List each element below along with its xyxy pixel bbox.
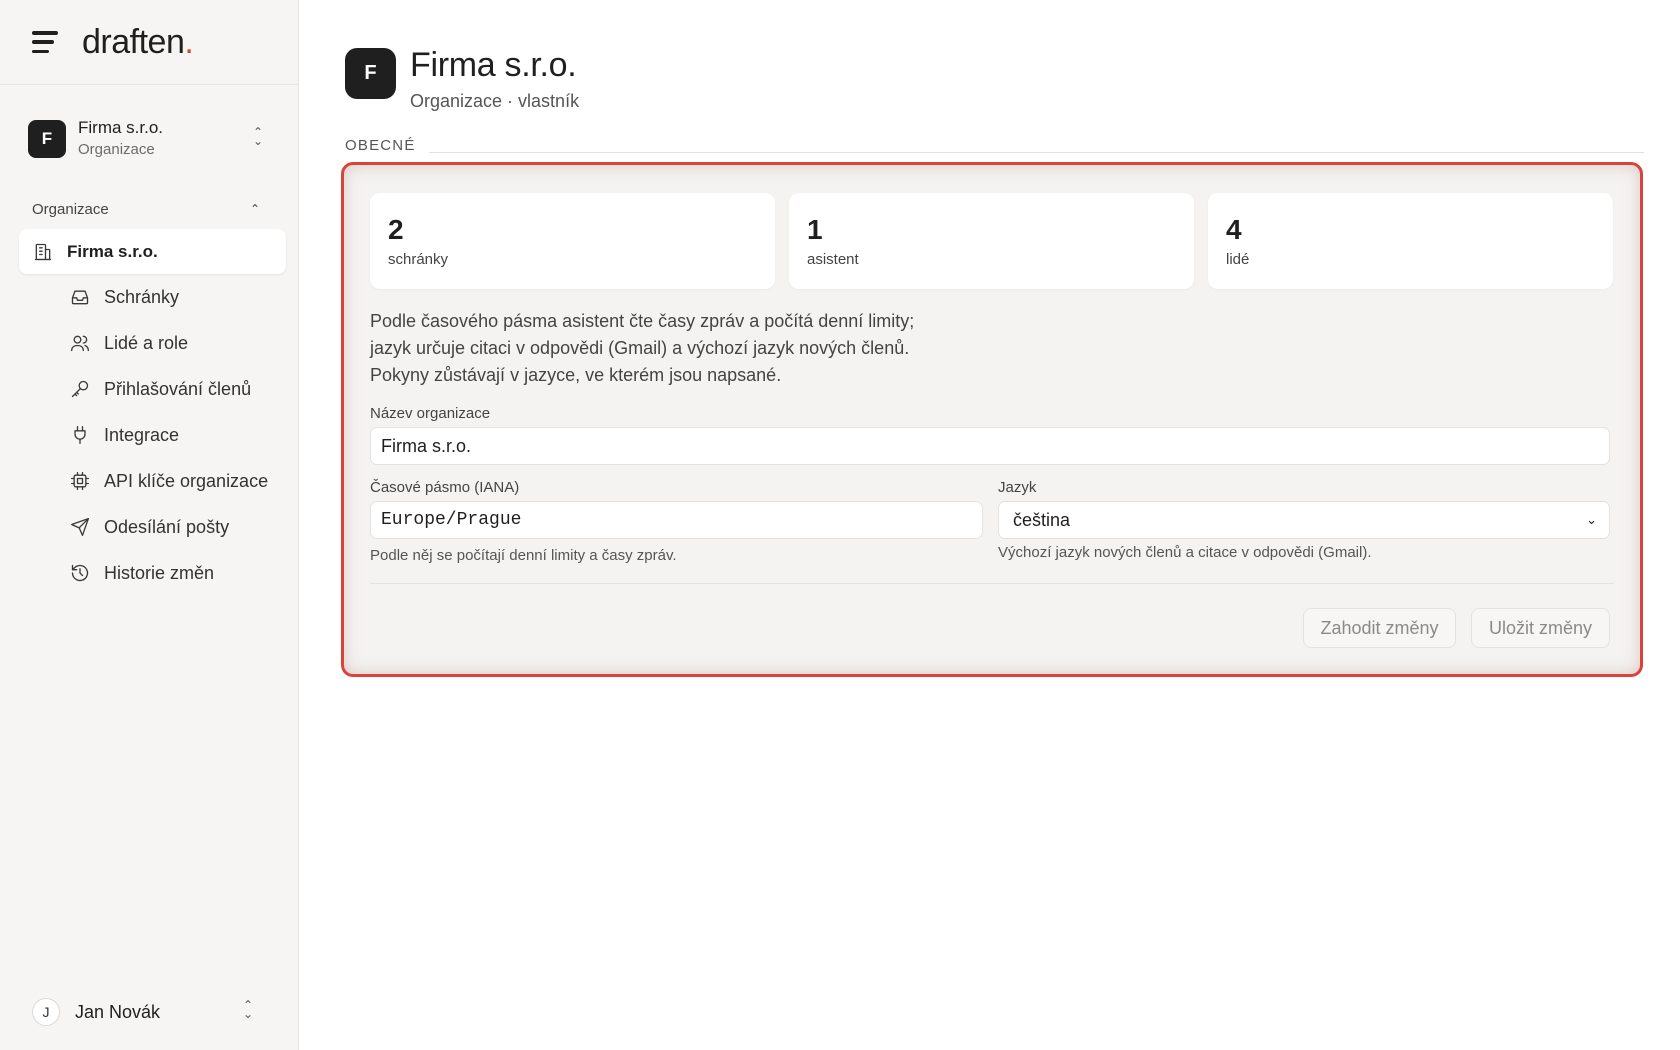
settings-description: Podle časového pásma asistent čte časy z…	[370, 308, 1070, 389]
chevron-up-icon: ⌃	[249, 202, 260, 216]
sidebar-item-lide-a-role[interactable]: Lidé a role	[70, 320, 298, 366]
user-name: Jan Novák	[75, 1001, 161, 1022]
sidebar-item-historie-zmen[interactable]: Historie změn	[70, 550, 298, 596]
stat-card-asistent: 1 asistent	[789, 193, 1194, 289]
panel-divider	[370, 583, 1614, 584]
history-icon	[70, 563, 90, 583]
page-title: Firma s.r.o.	[410, 46, 577, 84]
description-line: Pokyny zůstávají v jazyce, ve kterém jso…	[370, 365, 782, 385]
building-icon	[33, 242, 53, 262]
send-icon	[70, 517, 90, 537]
stat-value: 2	[388, 214, 404, 245]
discard-changes-button[interactable]: Zahodit změny	[1303, 608, 1456, 648]
sidebar-item-label: Odesílání pošty	[104, 516, 230, 537]
org-switcher[interactable]: F Firma s.r.o. Organizace ⌃ ⌄	[18, 114, 280, 164]
timezone-input[interactable]: Europe/Prague	[370, 501, 983, 539]
timezone-label: Časové pásmo (IANA)	[370, 479, 520, 496]
stats-row: 2 schránky 1 asistent 4 lidé	[370, 193, 1613, 289]
sidebar-item-integrace[interactable]: Integrace	[70, 412, 298, 458]
org-avatar-large: F	[345, 48, 396, 99]
sidebar-item-api-klice[interactable]: API klíče organizace	[70, 458, 298, 504]
stat-card-lide: 4 lidé	[1208, 193, 1613, 289]
page-header: F Firma s.r.o. Organizace · vlastník	[345, 44, 579, 114]
sidebar-item-firma[interactable]: Firma s.r.o.	[19, 229, 286, 274]
sidebar-item-label: Schránky	[104, 286, 180, 307]
timezone-hint: Podle něj se počítají denní limity a čas…	[370, 547, 677, 564]
description-line: jazyk určuje citaci v odpovědi (Gmail) a…	[370, 338, 910, 358]
sidebar-item-schranky[interactable]: Schránky	[70, 274, 298, 320]
key-icon	[70, 379, 90, 399]
user-switcher[interactable]: J Jan Novák ⌃ ⌄	[32, 996, 270, 1028]
language-select[interactable]: čeština ⌄	[998, 501, 1610, 539]
sidebar-item-label: API klíče organizace	[104, 470, 269, 491]
stat-label: asistent	[807, 251, 859, 268]
sidebar-item-label: Přihlašování členů	[104, 378, 252, 399]
org-name-label: Název organizace	[370, 405, 491, 422]
logo[interactable]: draften.	[82, 23, 194, 62]
sidebar-item-label: Lidé a role	[104, 332, 189, 353]
sidebar: draften. F Firma s.r.o. Organizace ⌃ ⌄ Or…	[0, 0, 299, 1050]
user-avatar: J	[32, 998, 60, 1026]
chevron-updown-icon: ⌃ ⌄	[252, 125, 264, 148]
users-icon	[70, 333, 90, 353]
language-hint: Výchozí jazyk nových členů a citace v od…	[998, 544, 1372, 561]
main-content: F Firma s.r.o. Organizace · vlastník OBE…	[299, 0, 1680, 1050]
save-changes-button[interactable]: Uložit změny	[1471, 608, 1610, 648]
language-select-value: čeština	[1013, 509, 1071, 530]
plug-icon	[70, 425, 90, 445]
language-label: Jazyk	[998, 479, 1037, 496]
org-switcher-type: Organizace	[78, 141, 155, 158]
sidebar-item-label: Firma s.r.o.	[67, 241, 158, 261]
org-avatar: F	[28, 120, 66, 158]
sidebar-item-label: Historie změn	[104, 562, 215, 583]
sidebar-item-prihlasovani-clenu[interactable]: Přihlašování členů	[70, 366, 298, 412]
stat-label: lidé	[1226, 251, 1250, 268]
description-line: Podle časového pásma asistent čte časy z…	[370, 311, 915, 331]
page-subtitle: Organizace · vlastník	[410, 91, 580, 111]
sidebar-item-odesilani-posty[interactable]: Odesílání pošty	[70, 504, 298, 550]
chevron-down-icon: ⌄	[1586, 512, 1597, 527]
stat-card-schranky: 2 schránky	[370, 193, 775, 289]
stat-value: 1	[807, 214, 823, 245]
nav-section-organizace[interactable]: Organizace ⌃	[0, 197, 298, 221]
org-switcher-name: Firma s.r.o.	[78, 118, 164, 137]
general-settings-panel: 2 schránky 1 asistent 4 lidé Podle časov…	[341, 162, 1643, 677]
inbox-icon	[70, 287, 90, 307]
app: draften. F Firma s.r.o. Organizace ⌃ ⌄ Or…	[0, 0, 1680, 1050]
section-divider	[429, 152, 1644, 153]
chip-icon	[70, 471, 90, 491]
stat-value: 4	[1226, 214, 1242, 245]
sidebar-item-label: Integrace	[104, 424, 180, 445]
org-name-input[interactable]: Firma s.r.o.	[370, 427, 1610, 465]
chevron-updown-icon: ⌃ ⌄	[242, 998, 254, 1021]
stat-label: schránky	[388, 251, 449, 268]
section-label: OBECNÉ	[345, 137, 416, 154]
menu-icon[interactable]	[32, 31, 60, 53]
sidebar-header: draften.	[0, 0, 298, 85]
